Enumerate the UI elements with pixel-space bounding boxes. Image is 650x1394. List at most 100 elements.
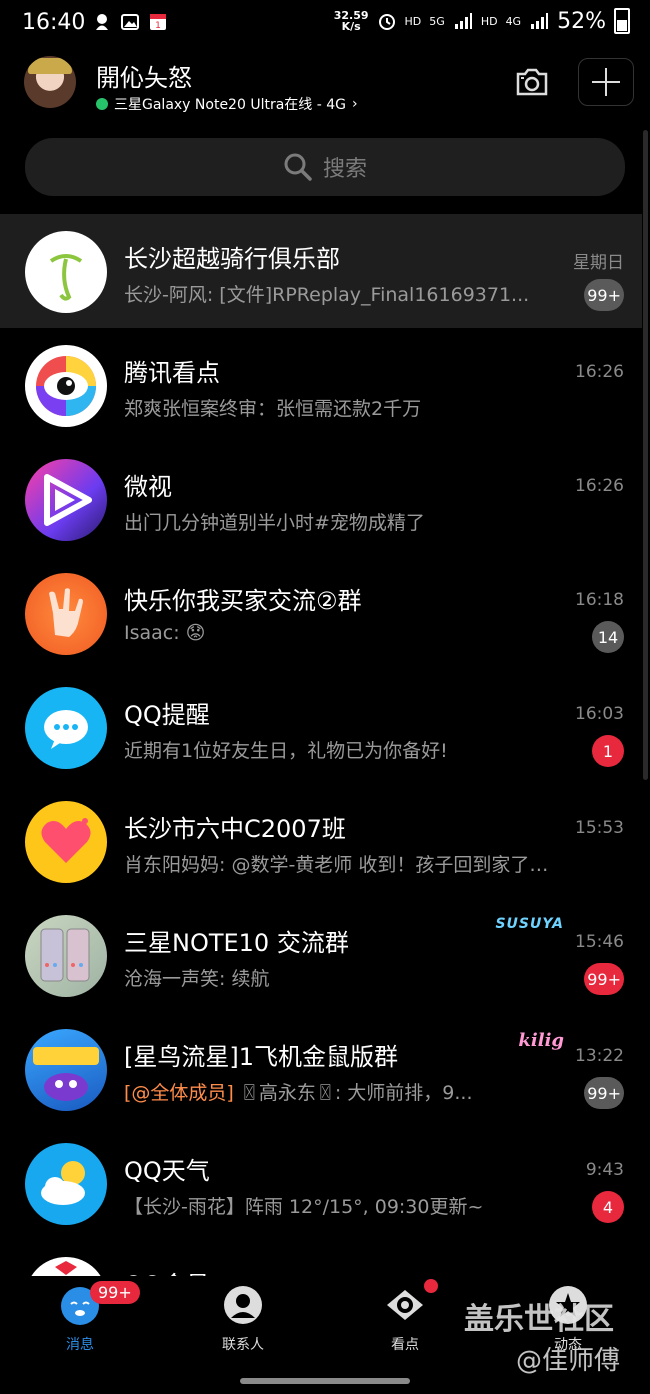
weather-icon bbox=[41, 1161, 85, 1205]
calendar-icon: 1 bbox=[150, 14, 166, 31]
signal-icon-1 bbox=[454, 13, 472, 29]
gallery-icon bbox=[121, 14, 139, 30]
play-logo-icon bbox=[44, 474, 92, 526]
chat-preview: 【长沙-雨花】阵雨 12°/15°, 09:30更新~ bbox=[124, 1196, 484, 1218]
svg-text:1: 1 bbox=[155, 21, 161, 31]
contacts-icon bbox=[224, 1286, 262, 1324]
chat-preview: 郑爽张恒案终审：张恒需还款2千万 bbox=[124, 398, 422, 420]
chat-row[interactable]: 腾讯看点 郑爽张恒案终审：张恒需还款2千万 16:26 bbox=[0, 328, 642, 442]
battery-icon bbox=[614, 8, 630, 34]
net-4g-label: 4G bbox=[505, 14, 522, 28]
status-right: 32.59 K/s HD 5G HD 4G 52% bbox=[334, 8, 630, 34]
tab-contacts-label: 联系人 bbox=[222, 1337, 264, 1353]
chat-row[interactable]: QQ天气 【长沙-雨花】阵雨 12°/15°, 09:30更新~ 9:43 4 bbox=[0, 1126, 642, 1240]
chat-title: 微视 bbox=[124, 473, 172, 501]
mention-all: [@全体成员] bbox=[124, 1082, 234, 1104]
search-icon bbox=[284, 153, 312, 181]
chat-avatar bbox=[25, 459, 107, 541]
unread-badge: 99+ bbox=[584, 1077, 624, 1109]
chat-row[interactable]: [星鸟流星]1飞机金鼠版群 [@全体成员] 〿高永东〿: 大师前排，9... k… bbox=[0, 1012, 642, 1126]
add-button[interactable] bbox=[578, 58, 634, 106]
chat-list: 长沙超越骑行俱乐部 长沙-阿风: [文件]RPReplay_Final16169… bbox=[0, 214, 650, 1354]
chat-title: 腾讯看点 bbox=[124, 359, 220, 387]
chat-time: 16:18 bbox=[575, 590, 624, 610]
chat-title: 长沙市六中C2007班 bbox=[124, 815, 346, 843]
search-bar[interactable]: 搜索 bbox=[25, 138, 625, 196]
chat-title: QQ天气 bbox=[124, 1157, 210, 1185]
chat-avatar bbox=[25, 231, 107, 313]
search-placeholder: 搜索 bbox=[322, 157, 367, 182]
camera-icon[interactable] bbox=[512, 62, 552, 102]
unread-badge: 1 bbox=[592, 735, 624, 767]
speed-unit: K/s bbox=[341, 20, 361, 33]
chat-row[interactable]: 三星NOTE10 交流群 沧海一声笑: 续航 SUSUYA 15:46 99+ bbox=[0, 898, 642, 1012]
chat-title: 快乐你我买家交流②群 bbox=[124, 587, 362, 615]
chat-preview-text: 〿高永东〿: 大师前排，9... bbox=[233, 1082, 473, 1104]
header: 開伈夨怒 三星Galaxy Note20 Ultra在线 - 4G › bbox=[0, 48, 650, 120]
chat-time: 15:53 bbox=[575, 818, 624, 838]
chat-preview: 沧海一声笑: 续航 bbox=[124, 968, 270, 990]
unread-badge: 99+ bbox=[584, 963, 624, 995]
chat-title: QQ提醒 bbox=[124, 701, 210, 729]
title-decoration: SUSUYA bbox=[495, 916, 564, 932]
chat-time: 星期日 bbox=[573, 253, 624, 273]
chat-row[interactable]: 长沙市六中C2007班 肖东阳妈妈: @数学-黄老师 收到！孩子回到家了我...… bbox=[0, 784, 642, 898]
chat-preview: 近期有1位好友生日，礼物已为你备好! bbox=[124, 740, 448, 762]
chat-preview: Isaac: 😟 bbox=[124, 622, 206, 644]
user-avatar[interactable] bbox=[24, 56, 76, 108]
tab-watch[interactable]: 看点 bbox=[355, 1284, 455, 1354]
net-5g-label: 5G bbox=[429, 14, 445, 28]
watermark-title: 盖乐世社区 bbox=[464, 1302, 614, 1337]
chat-row[interactable]: 快乐你我买家交流②群 Isaac: 😟 16:18 14 bbox=[0, 556, 642, 670]
battery-percent: 52% bbox=[557, 8, 606, 34]
tab-messages-label: 消息 bbox=[66, 1337, 94, 1353]
phones-photo-icon bbox=[40, 928, 90, 982]
chat-row[interactable]: QQ提醒 近期有1位好友生日，礼物已为你备好! 16:03 1 bbox=[0, 670, 642, 784]
chat-avatar bbox=[25, 687, 107, 769]
online-dot-icon bbox=[96, 98, 108, 110]
chat-preview: [@全体成员] 〿高永东〿: 大师前排，9... bbox=[124, 1078, 554, 1105]
chat-time: 16:26 bbox=[575, 362, 624, 382]
chat-row[interactable]: 微视 出门几分钟道别半小时#宠物成精了 16:26 bbox=[0, 442, 642, 556]
chat-avatar bbox=[25, 345, 107, 427]
chat-time: 15:46 bbox=[575, 932, 624, 952]
chevron-right-icon: › bbox=[352, 96, 358, 112]
user-nickname[interactable]: 開伈夨怒 bbox=[96, 58, 192, 93]
chat-avatar bbox=[25, 801, 107, 883]
status-left-icons: 1 bbox=[92, 12, 168, 32]
chat-time: 13:22 bbox=[575, 1046, 624, 1066]
messages-unread-badge: 99+ bbox=[90, 1281, 140, 1304]
unread-badge: 14 bbox=[592, 621, 624, 653]
tab-watch-label: 看点 bbox=[391, 1337, 419, 1353]
title-decoration: kilig bbox=[518, 1030, 564, 1051]
watch-new-dot bbox=[424, 1279, 438, 1293]
status-time: 16:40 bbox=[22, 10, 86, 35]
device-status[interactable]: 三星Galaxy Note20 Ultra在线 - 4G › bbox=[96, 94, 358, 114]
alarm-icon bbox=[378, 14, 395, 30]
chat-avatar bbox=[25, 915, 107, 997]
chat-row[interactable]: 长沙超越骑行俱乐部 长沙-阿风: [文件]RPReplay_Final16169… bbox=[0, 214, 642, 328]
hd-label-1: HD bbox=[404, 14, 422, 28]
status-bar: 16:40 1 32.59 K/s HD 5G HD 4G 52% bbox=[0, 0, 650, 48]
chat-title: 三星NOTE10 交流群 bbox=[124, 929, 349, 957]
chat-preview: 出门几分钟道别半小时#宠物成精了 bbox=[124, 512, 425, 534]
chat-preview: 肖东阳妈妈: @数学-黄老师 收到！孩子回到家了我... bbox=[124, 854, 554, 876]
cycling-club-logo-icon bbox=[49, 254, 83, 301]
hd-label-2: HD bbox=[480, 14, 498, 28]
heart-icon bbox=[41, 818, 91, 863]
tab-contacts[interactable]: 联系人 bbox=[193, 1284, 293, 1354]
home-indicator[interactable] bbox=[240, 1378, 410, 1384]
eye-icon bbox=[387, 1290, 423, 1320]
chat-title: 长沙超越骑行俱乐部 bbox=[124, 245, 340, 273]
unread-badge: 4 bbox=[592, 1191, 624, 1223]
chat-avatar bbox=[25, 1029, 107, 1111]
notification-app-icon bbox=[96, 14, 108, 30]
watermark-author: @佳师傅 bbox=[516, 1346, 621, 1376]
game-logo-icon bbox=[33, 1047, 99, 1101]
eye-logo-icon bbox=[36, 356, 96, 416]
chat-time: 16:26 bbox=[575, 476, 624, 496]
chat-time: 9:43 bbox=[585, 1160, 624, 1180]
chat-avatar bbox=[25, 573, 107, 655]
chat-avatar bbox=[25, 1143, 107, 1225]
chat-title: [星鸟流星]1飞机金鼠版群 bbox=[124, 1043, 398, 1071]
